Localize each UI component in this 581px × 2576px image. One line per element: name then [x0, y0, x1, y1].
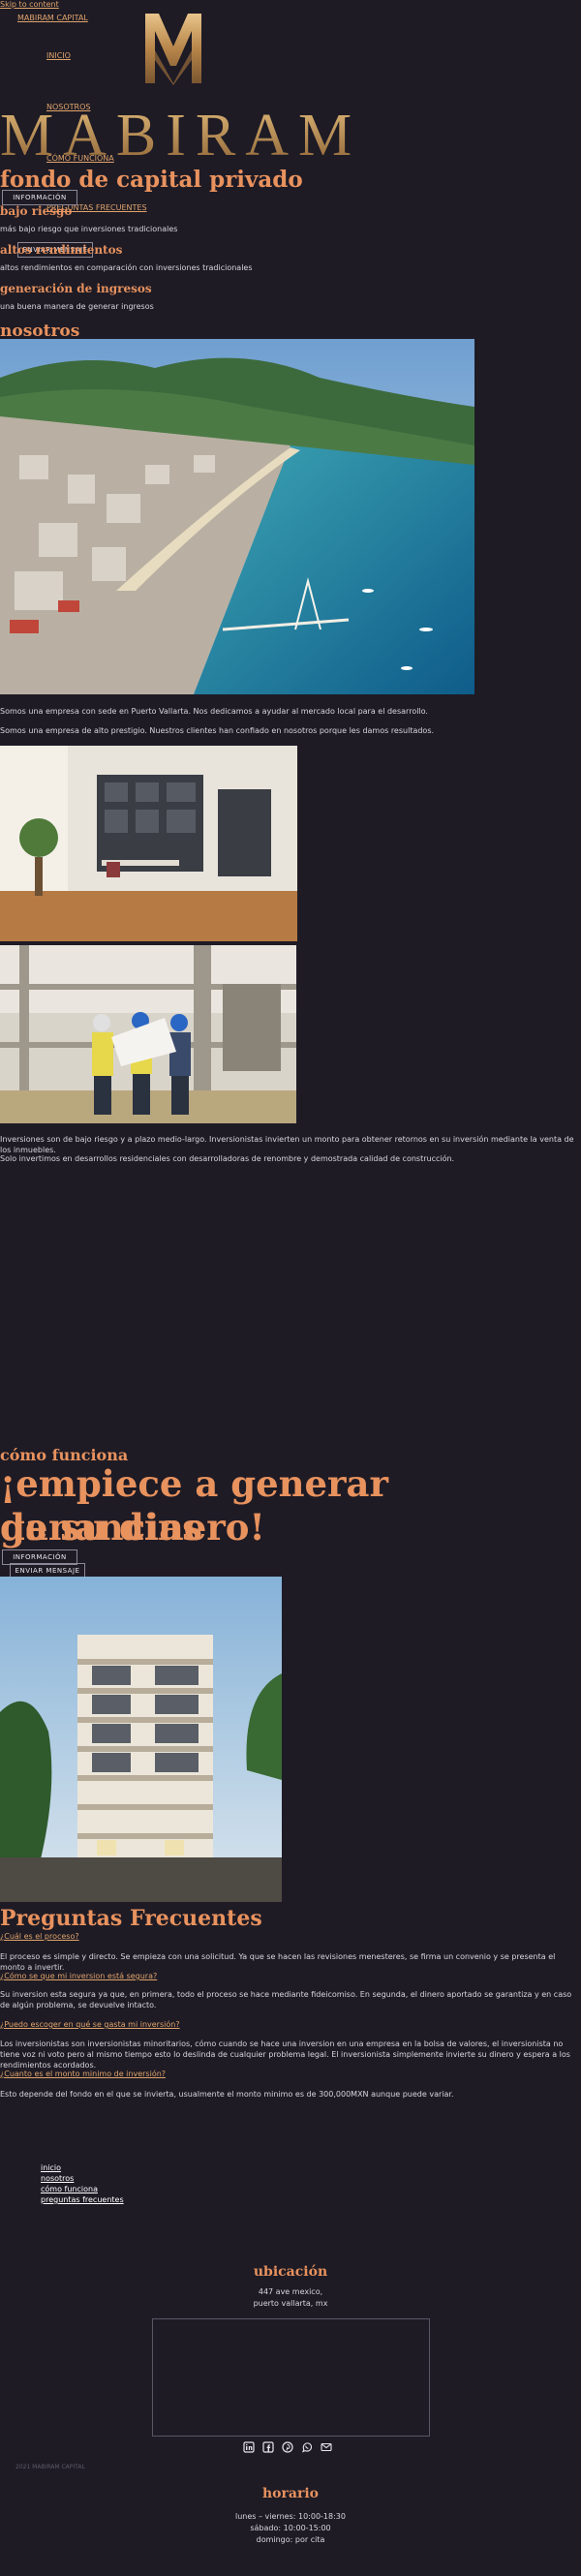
footer-link-inicio[interactable]: inicio [41, 2163, 61, 2172]
whatsapp-icon[interactable] [301, 2441, 313, 2453]
faq-question-3[interactable]: ¿Puedo escoger en qué se gasta mi invers… [0, 2020, 180, 2031]
faq-heading: Preguntas Frecuentes [0, 1906, 262, 1931]
mabiram-logo-emblem [145, 14, 201, 85]
office-interior-image [0, 746, 297, 941]
schedule-sunday: domingo: por cita [256, 2535, 325, 2544]
about-paragraph-4: Solo invertimos en desarrollos residenci… [0, 1154, 455, 1163]
facebook-icon[interactable] [262, 2441, 274, 2453]
feature-title-3: generación de ingresos [0, 282, 152, 295]
feature-text-3: una buena manera de generar ingresos [0, 302, 154, 311]
faq-question-4[interactable]: ¿Cuanto es el monto minimo de inversión? [0, 2070, 166, 2080]
about-paragraph-3: Inversiones son de bajo riesgo y a plazo… [0, 1135, 574, 1154]
schedule-saturday: sábado: 10:00-15:00 [250, 2524, 331, 2532]
copyright-text: 2021 MABIRAM CAPITAL [15, 2464, 85, 2470]
faq-answer-1: El proceso es simple y directo. Se empie… [0, 1952, 556, 1972]
skip-to-content-link[interactable]: Skip to content [0, 0, 59, 11]
construction-site-image [0, 945, 296, 1123]
feature-title-1: bajo riesgo [0, 204, 73, 218]
about-paragraph-1: Somos una empresa con sede en Puerto Val… [0, 707, 428, 716]
faq-answer-4: Esto depende del fondo en el que se invi… [0, 2090, 454, 2099]
feature-text-1: más bajo riesgo que inversiones tradicio… [0, 225, 178, 233]
email-icon[interactable] [321, 2441, 332, 2453]
residential-building-image [0, 1577, 282, 1902]
pinterest-icon[interactable] [282, 2441, 293, 2453]
faq-answer-2: Su inversion esta segura ya que, en prim… [0, 1990, 572, 2009]
feature-title-2: altos rendimientos [0, 243, 123, 257]
nav-nosotros-link[interactable]: NOSOTROS [46, 103, 90, 113]
how-headline-line2: de su dinero! [0, 1506, 265, 1549]
nav-inicio-link[interactable]: INICIO [46, 51, 71, 62]
location-title: ubicación [253, 2264, 328, 2280]
footer-link-nosotros[interactable]: nosotros [41, 2174, 74, 2183]
map-embed-frame[interactable] [152, 2318, 430, 2437]
footer-links: inicio nosotros cómo funciona preguntas … [41, 2162, 124, 2205]
linkedin-icon[interactable] [243, 2441, 255, 2453]
address-line-1: 447 ave mexico, [258, 2287, 323, 2296]
address-line-2: puerto vallarta, mx [253, 2299, 328, 2308]
faq-question-1[interactable]: ¿Cuál es el proceso? [0, 1932, 79, 1943]
faq-answer-3: Los inversionistas son inversionistas mi… [0, 2039, 570, 2070]
nav-brand-link[interactable]: MABIRAM CAPITAL [17, 14, 88, 24]
footer-link-preguntas[interactable]: preguntas frecuentes [41, 2195, 124, 2204]
nav-como-funciona-link[interactable]: CÓMO FUNCIONA [46, 154, 114, 165]
faq-question-2[interactable]: ¿Cómo se que mi inversion está segura? [0, 1972, 157, 1982]
about-paragraph-2: Somos una empresa de alto prestigio. Nue… [0, 726, 435, 735]
schedule-weekdays: lunes – viernes: 10:00-18:30 [235, 2512, 346, 2521]
puerto-vallarta-aerial-image [0, 339, 474, 694]
schedule-title: horario [262, 2486, 319, 2501]
footer-link-como-funciona[interactable]: cómo funciona [41, 2185, 98, 2193]
feature-text-2: altos rendimientos en comparación con in… [0, 263, 253, 272]
